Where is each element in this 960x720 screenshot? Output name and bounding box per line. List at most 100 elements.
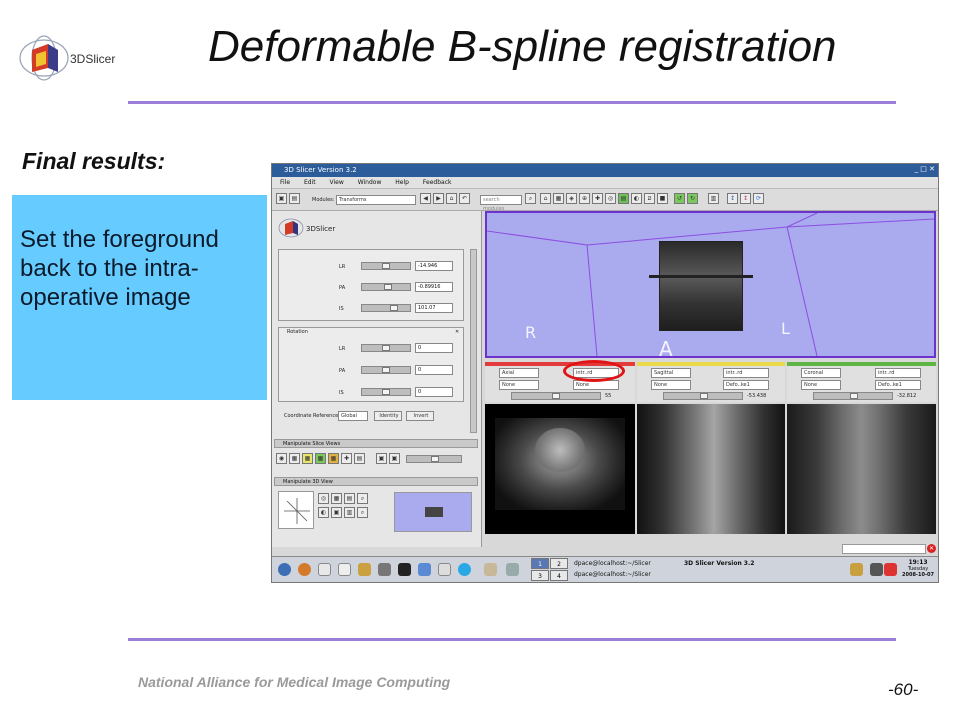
tool-icon-4[interactable]: ⊕ [579, 193, 590, 204]
panel-scrollbar[interactable] [470, 249, 477, 433]
slice-tool-icon-8[interactable]: ▣ [376, 453, 387, 464]
editor-icon[interactable] [338, 563, 351, 576]
translation-lr-value[interactable]: -14.946 [415, 261, 453, 271]
skype-icon[interactable] [458, 563, 471, 576]
rotation-lr-value[interactable]: 0 [415, 343, 453, 353]
tool-icon-12[interactable]: ↻ [687, 193, 698, 204]
translation-is-value[interactable]: 101.07 [415, 303, 453, 313]
volume-icon[interactable] [870, 563, 883, 576]
menu-help[interactable]: Help [395, 179, 409, 186]
update-icon[interactable] [884, 563, 897, 576]
view-tool-icon-3[interactable]: ▤ [344, 493, 355, 504]
coronal-label-select[interactable]: Defo..ke1 [875, 380, 921, 390]
coronal-orientation-select[interactable]: Coronal [801, 368, 841, 378]
manipulate-3d-view-header[interactable]: Manipulate 3D View [274, 477, 478, 486]
mail-icon[interactable] [318, 563, 331, 576]
sagittal-label-select[interactable]: Defo..ke1 [723, 380, 769, 390]
menu-edit[interactable]: Edit [304, 179, 316, 186]
save-icon[interactable]: ▣ [276, 193, 287, 204]
coronal-foreground-select[interactable]: intr..rd [875, 368, 921, 378]
documents-icon[interactable] [438, 563, 451, 576]
desktop-1[interactable]: 1 [531, 558, 549, 569]
view-tool-icon-2[interactable]: ▦ [331, 493, 342, 504]
taskbar-terminal-1[interactable]: dpace@localhost:~/Slicer [574, 560, 651, 567]
translation-is-slider[interactable] [361, 304, 411, 312]
slice-tool-icon-2[interactable]: ▦ [289, 453, 300, 464]
menu-window[interactable]: Window [358, 179, 382, 186]
taskbar-slicer[interactable]: 3D Slicer Version 3.2 [684, 560, 754, 567]
tool-icon-16[interactable]: ⟳ [753, 193, 764, 204]
clipboard-icon[interactable] [850, 563, 863, 576]
status-field[interactable] [842, 544, 926, 554]
view-tool-icon-6[interactable]: ▣ [331, 507, 342, 518]
tool-icon-7[interactable]: ▤ [618, 193, 629, 204]
tool-icon-9[interactable]: ⧄ [644, 193, 655, 204]
module-select[interactable]: Transforms [336, 195, 416, 205]
axial-offset-slider[interactable] [511, 392, 601, 400]
slice-tool-icon-5[interactable]: ▦ [328, 453, 339, 464]
tool-icon-14[interactable]: ↕ [727, 193, 738, 204]
sagittal-foreground-select[interactable]: intr..rd [723, 368, 769, 378]
sagittal-background-select[interactable]: None [651, 380, 691, 390]
tool-icon-15[interactable]: ↕ [740, 193, 751, 204]
view-tool-icon-1[interactable]: ◎ [318, 493, 329, 504]
notes-icon[interactable] [358, 563, 371, 576]
slice-tool-icon-3[interactable]: ▦ [302, 453, 313, 464]
browser-icon[interactable] [298, 563, 311, 576]
axial-orientation-select[interactable]: Axial [499, 368, 539, 378]
tool-icon-1[interactable]: ⌂ [540, 193, 551, 204]
tool-icon-2[interactable]: ▦ [553, 193, 564, 204]
slice-tool-icon-6[interactable]: ✚ [341, 453, 352, 464]
view-tool-icon-8[interactable]: ⌕ [357, 507, 368, 518]
sagittal-offset-slider[interactable] [663, 392, 743, 400]
axial-slice-view[interactable] [485, 404, 635, 534]
tool-icon-3[interactable]: ◈ [566, 193, 577, 204]
home-folder-icon[interactable] [484, 563, 497, 576]
tool-icon-11[interactable]: ↺ [674, 193, 685, 204]
rotation-is-value[interactable]: 0 [415, 387, 453, 397]
error-icon[interactable]: ✕ [927, 544, 936, 553]
tool-icon-6[interactable]: ◎ [605, 193, 616, 204]
menu-file[interactable]: File [280, 179, 290, 186]
3d-view-nav-widget[interactable] [278, 491, 314, 529]
view-tool-icon-7[interactable]: ▥ [344, 507, 355, 518]
network-icon[interactable] [378, 563, 391, 576]
slice-tool-icon-4[interactable]: ▦ [315, 453, 326, 464]
tool-icon-5[interactable]: ✚ [592, 193, 603, 204]
translation-pa-slider[interactable] [361, 283, 411, 291]
back-icon[interactable]: ◀ [420, 193, 431, 204]
slice-opacity-slider[interactable] [406, 455, 462, 463]
home-icon[interactable]: ⌂ [446, 193, 457, 204]
translation-pa-value[interactable]: -0.89916 [415, 282, 453, 292]
undo-icon[interactable]: ↶ [459, 193, 470, 204]
tool-icon-13[interactable]: ▥ [708, 193, 719, 204]
invert-button[interactable]: Invert [406, 411, 434, 421]
window-controls[interactable]: _ □ ✕ [915, 165, 935, 173]
coordinate-reference-select[interactable]: Global [338, 411, 368, 421]
desktop-2[interactable]: 2 [550, 558, 568, 569]
sagittal-orientation-select[interactable]: Sagittal [651, 368, 691, 378]
rotation-pa-value[interactable]: 0 [415, 365, 453, 375]
axial-background-select[interactable]: None [499, 380, 539, 390]
tool-icon-10[interactable]: ■ [657, 193, 668, 204]
trash-icon[interactable] [506, 563, 519, 576]
sagittal-slice-view[interactable] [637, 404, 785, 534]
rotation-lr-slider[interactable] [361, 344, 411, 352]
rotation-is-slider[interactable] [361, 388, 411, 396]
desktop-4[interactable]: 4 [550, 570, 568, 581]
translation-lr-slider[interactable] [361, 262, 411, 270]
forward-icon[interactable]: ▶ [433, 193, 444, 204]
search-input[interactable]: search modules [480, 195, 522, 212]
coronal-background-select[interactable]: None [801, 380, 841, 390]
load-icon[interactable]: ▤ [289, 193, 300, 204]
rotation-close-icon[interactable]: ✕ [455, 329, 459, 335]
coronal-offset-slider[interactable] [813, 392, 893, 400]
view-tool-icon-4[interactable]: ⌕ [357, 493, 368, 504]
image-viewer-icon[interactable] [418, 563, 431, 576]
slice-tool-icon-9[interactable]: ▣ [389, 453, 400, 464]
fedora-icon[interactable] [278, 563, 291, 576]
slice-tool-icon-7[interactable]: ▤ [354, 453, 365, 464]
identity-button[interactable]: Identity [374, 411, 402, 421]
taskbar-terminal-2[interactable]: dpace@localhost:~/Slicer [574, 571, 651, 578]
terminal-icon[interactable] [398, 563, 411, 576]
